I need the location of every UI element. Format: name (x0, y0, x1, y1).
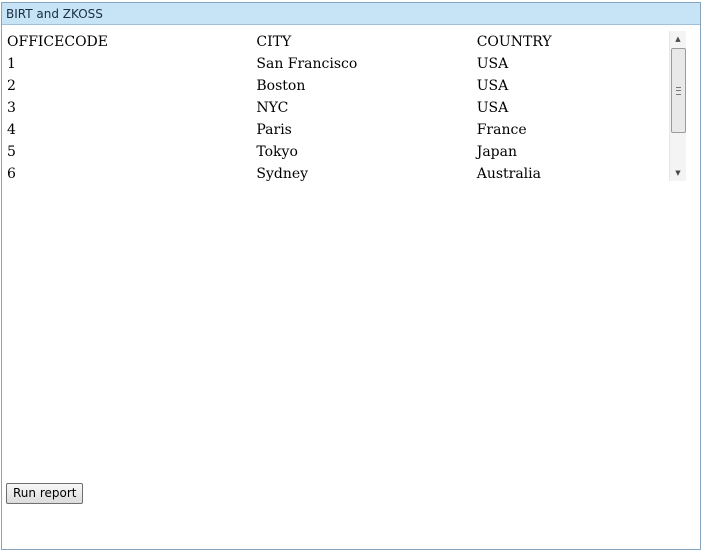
cell-country: USA (476, 100, 509, 116)
cell-city: Paris (256, 122, 292, 138)
cell-city: Sydney (256, 166, 309, 181)
grip-icon (676, 87, 681, 95)
cell-city: NYC (256, 100, 289, 116)
report-table: OFFICECODE CITY COUNTRY 1 San Francisco … (5, 31, 667, 181)
table-row: 1 San Francisco USA (5, 53, 667, 75)
cell-officecode: 5 (7, 144, 16, 160)
scroll-thumb[interactable] (671, 48, 686, 133)
cell-country: Australia (476, 166, 541, 181)
column-header-country: COUNTRY (476, 34, 552, 50)
scroll-down-arrow-icon[interactable]: ▼ (670, 165, 686, 181)
table-row: 6 Sydney Australia (5, 163, 667, 181)
app-window: BIRT and ZKOSS OFFICECODE CITY COUNTRY 1… (1, 2, 701, 550)
cell-country: USA (476, 56, 509, 72)
cell-city: Boston (256, 78, 306, 94)
cell-officecode: 3 (7, 100, 16, 116)
cell-city: San Francisco (256, 56, 358, 72)
cell-officecode: 4 (7, 122, 16, 138)
table-row: 5 Tokyo Japan (5, 141, 667, 163)
cell-country: Japan (476, 144, 517, 160)
report-frame: OFFICECODE CITY COUNTRY 1 San Francisco … (5, 31, 686, 181)
cell-officecode: 2 (7, 78, 16, 94)
cell-country: France (476, 122, 527, 138)
window-title: BIRT and ZKOSS (2, 3, 700, 25)
table-row: 4 Paris France (5, 119, 667, 141)
cell-officecode: 1 (7, 56, 16, 72)
run-report-button[interactable]: Run report (6, 483, 84, 504)
vertical-scrollbar[interactable]: ▲ ▼ (669, 31, 686, 181)
scroll-up-arrow-icon[interactable]: ▲ (670, 31, 686, 47)
cell-officecode: 6 (7, 166, 16, 181)
cell-country: USA (476, 78, 509, 94)
table-row: 2 Boston USA (5, 75, 667, 97)
table-row: 3 NYC USA (5, 97, 667, 119)
column-header-officecode: OFFICECODE (7, 34, 109, 50)
column-header-city: CITY (256, 34, 292, 50)
cell-city: Tokyo (256, 144, 298, 160)
table-header-row: OFFICECODE CITY COUNTRY (5, 31, 667, 53)
